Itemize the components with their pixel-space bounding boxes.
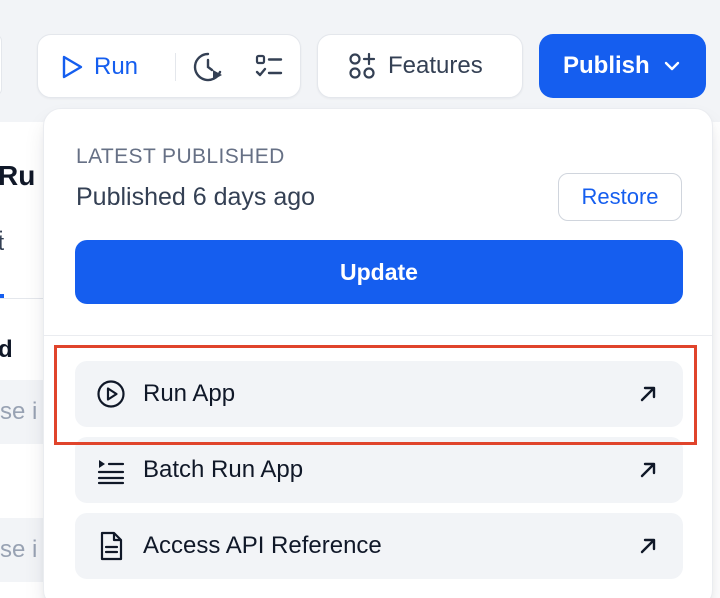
access-api-reference-item[interactable]: Access API Reference xyxy=(75,513,683,579)
external-arrow-icon xyxy=(640,462,656,478)
document-icon xyxy=(95,530,127,562)
chevron-down-icon xyxy=(664,61,679,71)
batch-list-icon xyxy=(95,454,127,486)
run-button-label: Run xyxy=(94,53,139,80)
batch-run-app-label: Batch Run App xyxy=(143,456,304,483)
publish-button-label: Publish xyxy=(563,52,650,79)
external-arrow-icon xyxy=(640,538,656,554)
features-icon xyxy=(349,52,376,79)
checklist-icon[interactable] xyxy=(254,52,284,82)
background-title: Ru xyxy=(0,160,36,191)
run-history-icon[interactable] xyxy=(192,51,224,83)
highlight-box xyxy=(54,345,697,445)
publish-status-text: Published 6 days ago xyxy=(76,183,316,211)
latest-published-heading: LATEST PUBLISHED xyxy=(76,145,285,168)
publish-button[interactable]: Publish xyxy=(539,34,706,98)
play-icon xyxy=(62,55,83,79)
access-api-reference-label: Access API Reference xyxy=(143,532,382,559)
toolbar-divider xyxy=(175,53,176,81)
features-button[interactable]: Features xyxy=(317,34,523,98)
run-button[interactable]: Run xyxy=(60,49,138,85)
update-button[interactable]: Update xyxy=(75,240,683,304)
features-button-label: Features xyxy=(388,52,483,79)
batch-run-app-item[interactable]: Batch Run App xyxy=(75,437,683,503)
background-field-label: d xyxy=(0,336,13,363)
restore-button[interactable]: Restore xyxy=(558,173,682,221)
app-topbar: Run Features Publish xyxy=(0,0,720,122)
background-tab-fragment: ṫ xyxy=(0,230,5,255)
popover-divider xyxy=(44,335,712,336)
run-toolbar-group: Run xyxy=(37,34,301,98)
truncated-toolbar-button[interactable] xyxy=(0,34,2,96)
